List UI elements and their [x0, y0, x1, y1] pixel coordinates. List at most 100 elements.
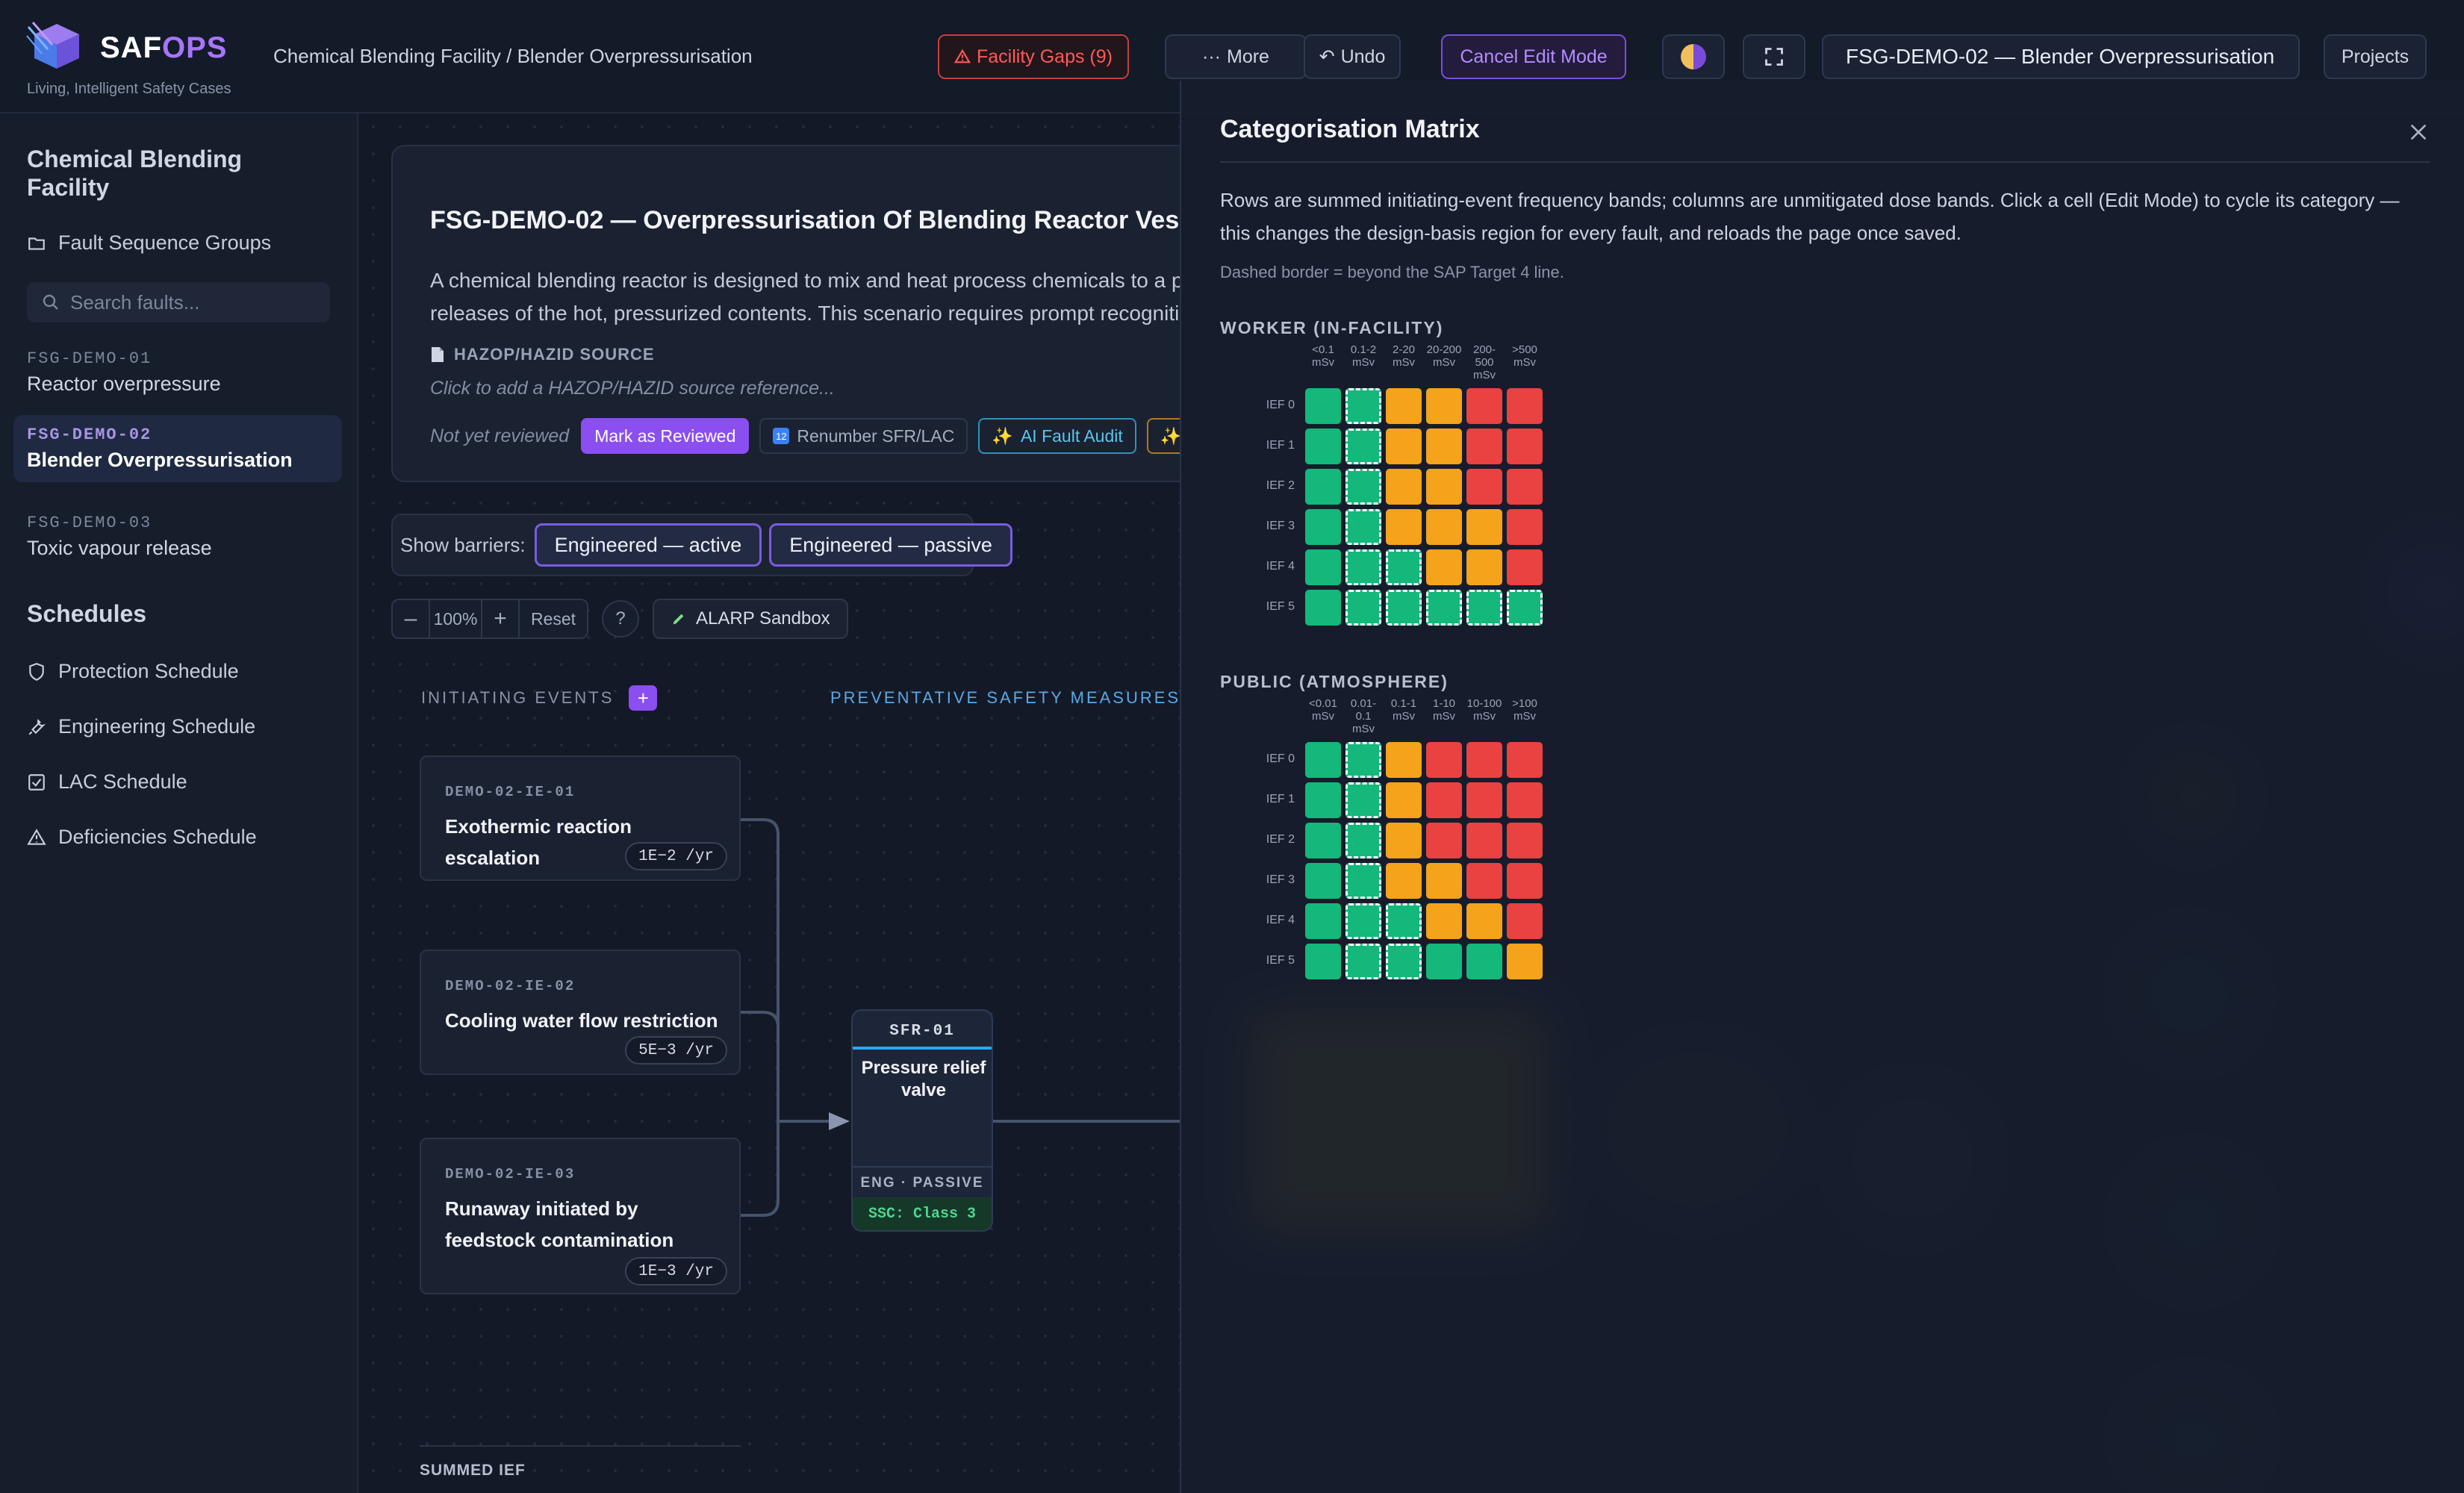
matrix-cell[interactable] [1426, 549, 1462, 585]
matrix-cell[interactable] [1305, 428, 1341, 464]
matrix-cell[interactable] [1507, 782, 1543, 818]
matrix-cell[interactable] [1507, 863, 1543, 899]
sidebar-item-fsg-demo-02[interactable]: FSG-DEMO-02 Blender Overpressurisation [13, 415, 342, 482]
matrix-cell[interactable] [1345, 549, 1381, 585]
initiating-event-card[interactable]: DEMO-02-IE-02 Cooling water flow restric… [420, 950, 741, 1075]
matrix-cell[interactable] [1345, 742, 1381, 778]
matrix-cell[interactable] [1466, 590, 1502, 626]
matrix-cell[interactable] [1386, 509, 1422, 545]
matrix-cell[interactable] [1466, 823, 1502, 858]
matrix-cell[interactable] [1345, 823, 1381, 858]
theme-toggle-button[interactable] [1662, 34, 1725, 79]
matrix-column-header: 10-100 mSv [1466, 697, 1502, 723]
matrix-cell[interactable] [1507, 823, 1543, 858]
matrix-cell[interactable] [1426, 428, 1462, 464]
initiating-event-card[interactable]: DEMO-02-IE-03 Runaway initiated by feeds… [420, 1138, 741, 1294]
matrix-cell[interactable] [1345, 903, 1381, 939]
matrix-cell[interactable] [1426, 742, 1462, 778]
matrix-cell[interactable] [1345, 428, 1381, 464]
sidebar-fault-groups[interactable]: Fault Sequence Groups [27, 231, 271, 255]
sidebar-item-fsg-demo-03[interactable]: FSG-DEMO-03 Toxic vapour release [13, 503, 342, 570]
matrix-cell[interactable] [1345, 863, 1381, 899]
matrix-cell[interactable] [1305, 823, 1341, 858]
close-panel-button[interactable] [2400, 113, 2437, 151]
matrix-cell[interactable] [1507, 742, 1543, 778]
matrix-cell[interactable] [1386, 469, 1422, 505]
matrix-cell[interactable] [1305, 863, 1341, 899]
matrix-cell[interactable] [1345, 509, 1381, 545]
sidebar-item-lac-schedule[interactable]: LAC Schedule [27, 770, 187, 794]
initiating-event-card[interactable]: DEMO-02-IE-01 Exothermic reaction escala… [420, 755, 741, 881]
checkbox-icon [28, 773, 45, 791]
matrix-cell[interactable] [1466, 863, 1502, 899]
matrix-cell[interactable] [1466, 428, 1502, 464]
matrix-cell[interactable] [1426, 944, 1462, 979]
matrix-cell[interactable] [1466, 549, 1502, 585]
matrix-cell[interactable] [1466, 469, 1502, 505]
cancel-edit-mode-button[interactable]: Cancel Edit Mode [1441, 34, 1626, 79]
more-button[interactable]: ··· More [1165, 34, 1307, 79]
matrix-cell[interactable] [1386, 549, 1422, 585]
categorisation-matrix-panel: Categorisation Matrix Rows are summed in… [1180, 81, 2464, 1493]
matrix-cell[interactable] [1507, 903, 1543, 939]
matrix-cell[interactable] [1386, 428, 1422, 464]
matrix-cell[interactable] [1466, 782, 1502, 818]
matrix-cell[interactable] [1426, 823, 1462, 858]
matrix-cell[interactable] [1305, 944, 1341, 979]
matrix-cell[interactable] [1386, 863, 1422, 899]
matrix-cell[interactable] [1305, 509, 1341, 545]
matrix-cell[interactable] [1507, 509, 1543, 545]
matrix-cell[interactable] [1507, 944, 1543, 979]
matrix-cell[interactable] [1466, 742, 1502, 778]
sidebar-item-protection-schedule[interactable]: Protection Schedule [27, 660, 239, 683]
matrix-cell[interactable] [1466, 903, 1502, 939]
matrix-cell[interactable] [1305, 549, 1341, 585]
matrix-cell[interactable] [1507, 428, 1543, 464]
matrix-cell[interactable] [1305, 903, 1341, 939]
matrix-cell[interactable] [1345, 388, 1381, 424]
warning-icon [954, 49, 971, 63]
matrix-cell[interactable] [1426, 590, 1462, 626]
matrix-cell[interactable] [1386, 742, 1422, 778]
matrix-cell[interactable] [1386, 388, 1422, 424]
matrix-cell[interactable] [1305, 742, 1341, 778]
fullscreen-button[interactable] [1743, 34, 1805, 79]
facility-gaps-button[interactable]: Facility Gaps (9) [938, 34, 1129, 79]
matrix-cell[interactable] [1507, 469, 1543, 505]
matrix-cell[interactable] [1426, 388, 1462, 424]
matrix-cell[interactable] [1466, 944, 1502, 979]
matrix-cell[interactable] [1305, 388, 1341, 424]
matrix-cell[interactable] [1345, 590, 1381, 626]
sidebar-item-engineering-schedule[interactable]: Engineering Schedule [27, 715, 255, 738]
projects-button[interactable]: Projects [2324, 34, 2427, 79]
sidebar-item-deficiencies-schedule[interactable]: Deficiencies Schedule [27, 826, 257, 849]
matrix-cell[interactable] [1466, 509, 1502, 545]
matrix-cell[interactable] [1305, 782, 1341, 818]
matrix-cell[interactable] [1345, 944, 1381, 979]
matrix-cell[interactable] [1386, 590, 1422, 626]
matrix-cell[interactable] [1507, 549, 1543, 585]
sidebar-item-fsg-demo-01[interactable]: FSG-DEMO-01 Reactor overpressure [13, 339, 342, 406]
matrix-cell[interactable] [1426, 469, 1462, 505]
matrix-cell[interactable] [1345, 469, 1381, 505]
matrix-cell[interactable] [1305, 590, 1341, 626]
fault-search-input[interactable]: Search faults... [27, 282, 330, 322]
matrix-cell[interactable] [1386, 903, 1422, 939]
matrix-cell[interactable] [1386, 823, 1422, 858]
matrix-cell[interactable] [1426, 782, 1462, 818]
matrix-cell[interactable] [1426, 863, 1462, 899]
matrix-cell[interactable] [1507, 388, 1543, 424]
matrix-row-label: IEF 4 [1266, 560, 1295, 573]
matrix-cell[interactable] [1507, 590, 1543, 626]
project-selector[interactable]: FSG-DEMO-02 — Blender Overpressurisation [1822, 34, 2300, 79]
matrix-cell[interactable] [1426, 903, 1462, 939]
matrix-row-label: IEF 0 [1266, 399, 1295, 411]
matrix-cell[interactable] [1345, 782, 1381, 818]
matrix-cell[interactable] [1466, 388, 1502, 424]
matrix-cell[interactable] [1305, 469, 1341, 505]
undo-button[interactable]: ↶ Undo [1304, 34, 1401, 79]
matrix-cell[interactable] [1426, 509, 1462, 545]
matrix-cell[interactable] [1386, 944, 1422, 979]
sfr-card[interactable]: SFR-01 Pressure relief valve ENG · PASSI… [851, 1009, 993, 1232]
matrix-cell[interactable] [1386, 782, 1422, 818]
